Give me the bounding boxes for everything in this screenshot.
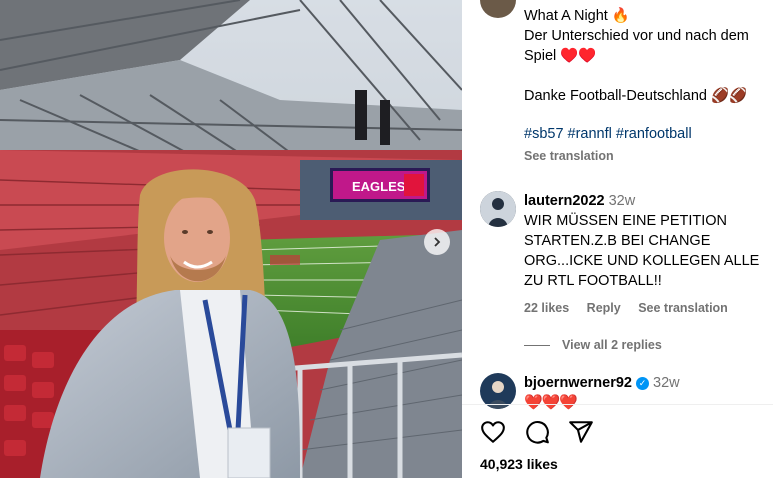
comment-text: WIR MÜSSEN EINE PETITION STARTEN.Z.B BEI… [524,213,760,289]
comment-body: bjoernwerner92 ✓ 32w ❤️❤️❤️ [524,373,769,413]
view-replies-label: View all 2 replies [562,338,662,352]
carousel-next-button[interactable] [424,229,450,255]
comment-likes[interactable]: 22 likes [524,301,569,315]
comment-time[interactable]: 32w [653,375,680,391]
caption-line-1: What A Night 🔥 [524,8,630,24]
comment-body: lautern2022 32w WIR MÜSSEN EINE PETITION … [524,191,769,291]
comment-reply-button[interactable]: Reply [587,301,621,315]
caption-line-2: Der Unterschied vor und nach dem Spiel ♥… [524,28,749,64]
comment-icon[interactable] [524,419,550,445]
hashtags-link[interactable]: #sb57 #rannfl #ranfootball [524,124,764,144]
comment-actions: 22 likes Reply See translation [524,301,742,315]
heart-icon[interactable] [480,419,506,445]
comment-username[interactable]: lautern2022 [524,193,605,209]
author-avatar[interactable] [480,0,516,18]
actions-divider [462,404,773,405]
chevron-right-icon [434,237,441,247]
comment-see-translation-link[interactable]: See translation [638,301,728,315]
replies-divider-line [524,344,550,346]
post-side-panel: What A Night 🔥 Der Unterschied vor und n… [462,0,773,478]
avatar-image [480,191,516,227]
likes-count[interactable]: 40,923 likes [480,456,558,472]
post-photo[interactable]: EAGLES [0,0,462,478]
comment-time[interactable]: 32w [609,193,636,209]
caption-line-3: Danke Football-Deutschland 🏈🏈 [524,88,748,104]
post-caption: What A Night 🔥 Der Unterschied vor und n… [524,6,764,144]
caption-see-translation-link[interactable]: See translation [524,149,614,163]
verified-badge-icon: ✓ [636,377,649,390]
share-icon[interactable] [568,419,594,445]
comment-username[interactable]: bjoernwerner92 [524,375,632,391]
post-actions-bar [480,419,594,445]
stadium-selfie-image: EAGLES [0,0,462,478]
comment-text: ❤️❤️❤️ [524,394,578,411]
commenter-avatar[interactable] [480,191,516,227]
view-replies-button[interactable]: View all 2 replies [524,338,662,352]
scoreboard-text: EAGLES [352,179,406,194]
